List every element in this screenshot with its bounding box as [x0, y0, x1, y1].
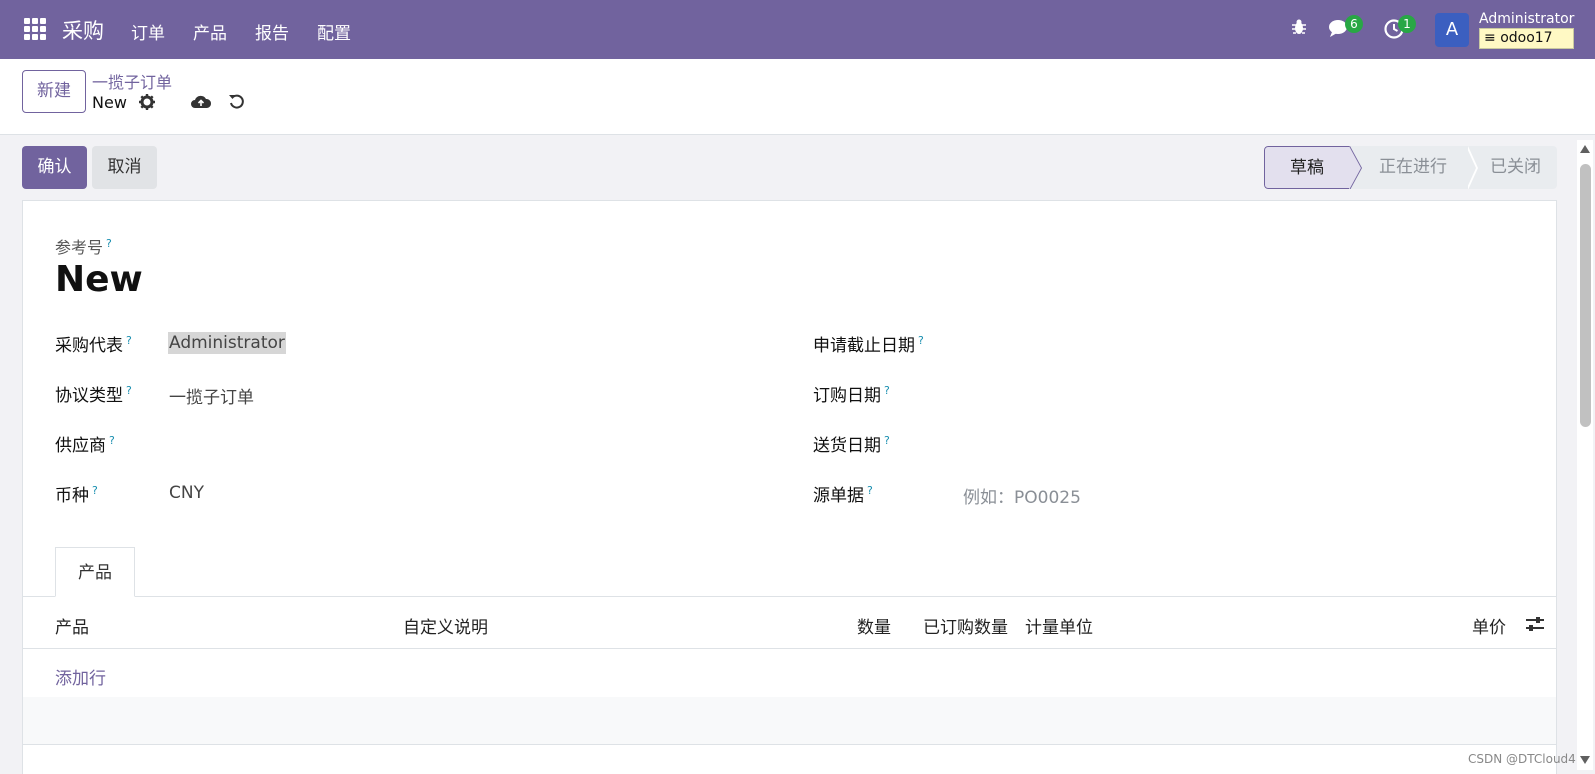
table-row — [23, 697, 1556, 745]
watermark-text: CSDN @DTCloud4 — [1468, 752, 1576, 766]
breadcrumb-current: New — [92, 93, 127, 112]
stage-in-progress[interactable]: 正在进行 — [1358, 146, 1468, 189]
status-bar: 草稿 正在进行 已关闭 — [1264, 146, 1557, 189]
optional-columns-sliders-icon[interactable] — [1525, 615, 1545, 638]
add-line-link[interactable]: 添加行 — [55, 664, 106, 689]
help-tooltip-icon[interactable]: ? — [126, 334, 132, 347]
field-label-vendor: 供应商? — [55, 434, 115, 456]
column-product[interactable]: 产品 — [55, 613, 89, 638]
database-icon: ≡ — [1484, 30, 1496, 46]
database-name: odoo17 — [1500, 30, 1553, 46]
help-tooltip-icon[interactable]: ? — [918, 334, 924, 347]
menu-orders[interactable]: 订单 — [131, 19, 165, 44]
activities-count-badge: 1 — [1398, 15, 1416, 33]
help-tooltip-icon[interactable]: ? — [867, 484, 873, 497]
debug-bug-icon[interactable] — [1290, 18, 1308, 41]
field-label-source-document: 源单据? — [813, 484, 873, 506]
cancel-button[interactable]: 取消 — [92, 146, 157, 189]
user-avatar[interactable]: A — [1435, 13, 1469, 47]
confirm-button[interactable]: 确认 — [22, 146, 87, 189]
table-header-divider — [23, 648, 1556, 649]
discard-undo-icon[interactable] — [228, 93, 246, 116]
new-button[interactable]: 新建 — [22, 70, 86, 113]
database-indicator: ≡ odoo17 — [1479, 28, 1574, 49]
column-quantity[interactable]: 数量 — [857, 613, 891, 638]
stage-draft[interactable]: 草稿 — [1264, 146, 1350, 189]
menu-reporting[interactable]: 报告 — [255, 19, 289, 44]
user-name[interactable]: Administrator — [1479, 11, 1574, 27]
tab-products[interactable]: 产品 — [55, 547, 135, 597]
delivery-date-field[interactable] — [963, 432, 1523, 456]
help-tooltip-icon[interactable]: ? — [884, 434, 890, 447]
column-unit-price[interactable]: 单价 — [1472, 613, 1506, 638]
help-tooltip-icon[interactable]: ? — [109, 434, 115, 447]
field-label-deadline: 申请截止日期? — [813, 334, 924, 356]
field-label-order-date: 订购日期? — [813, 384, 890, 406]
scrollbar-thumb[interactable] — [1580, 164, 1591, 427]
scroll-down-arrow-icon[interactable] — [1580, 756, 1590, 764]
help-tooltip-icon[interactable]: ? — [92, 484, 98, 497]
help-tooltip-icon[interactable]: ? — [106, 237, 112, 250]
field-label-delivery-date: 送货日期? — [813, 434, 890, 456]
column-custom-description[interactable]: 自定义说明 — [403, 613, 488, 638]
column-ordered-quantity[interactable]: 已订购数量 — [923, 613, 1008, 638]
menu-configuration[interactable]: 配置 — [317, 19, 351, 44]
help-tooltip-icon[interactable]: ? — [126, 384, 132, 397]
messages-count-badge: 6 — [1345, 15, 1363, 33]
breadcrumb-parent[interactable]: 一揽子订单 — [92, 69, 172, 93]
scroll-up-arrow-icon[interactable] — [1580, 145, 1590, 153]
field-label-agreement-type: 协议类型? — [55, 384, 132, 406]
menu-products[interactable]: 产品 — [193, 19, 227, 44]
reference-label: 参考号? — [55, 236, 112, 257]
form-sheet: 参考号? New 采购代表? Administrator 协议类型? 一揽子订单… — [22, 200, 1557, 774]
control-panel: 新建 一揽子订单 New — [0, 59, 1595, 135]
reference-value: New — [55, 259, 143, 300]
field-label-purchase-rep: 采购代表? — [55, 334, 132, 356]
stage-closed[interactable]: 已关闭 — [1474, 146, 1557, 189]
column-uom[interactable]: 计量单位 — [1025, 613, 1093, 638]
order-date-field[interactable] — [963, 382, 1523, 406]
app-brand[interactable]: 采购 — [62, 15, 104, 45]
save-cloud-icon[interactable] — [190, 93, 212, 116]
top-navbar: 采购 订单 产品 报告 配置 6 1 A Administrator ≡ odo… — [0, 0, 1595, 59]
agreement-type-field[interactable]: 一揽子订单 — [169, 383, 254, 408]
deadline-field[interactable] — [963, 332, 1523, 356]
purchase-rep-field[interactable]: Administrator — [168, 332, 286, 354]
gear-icon[interactable] — [138, 93, 156, 116]
currency-field[interactable]: CNY — [169, 483, 204, 503]
help-tooltip-icon[interactable]: ? — [884, 384, 890, 397]
vendor-field[interactable] — [169, 432, 729, 456]
apps-menu-icon[interactable] — [24, 18, 46, 40]
source-document-input[interactable]: 例如：PO0025 — [963, 483, 1081, 508]
tab-divider — [23, 596, 1556, 597]
field-label-currency: 币种? — [55, 484, 98, 506]
